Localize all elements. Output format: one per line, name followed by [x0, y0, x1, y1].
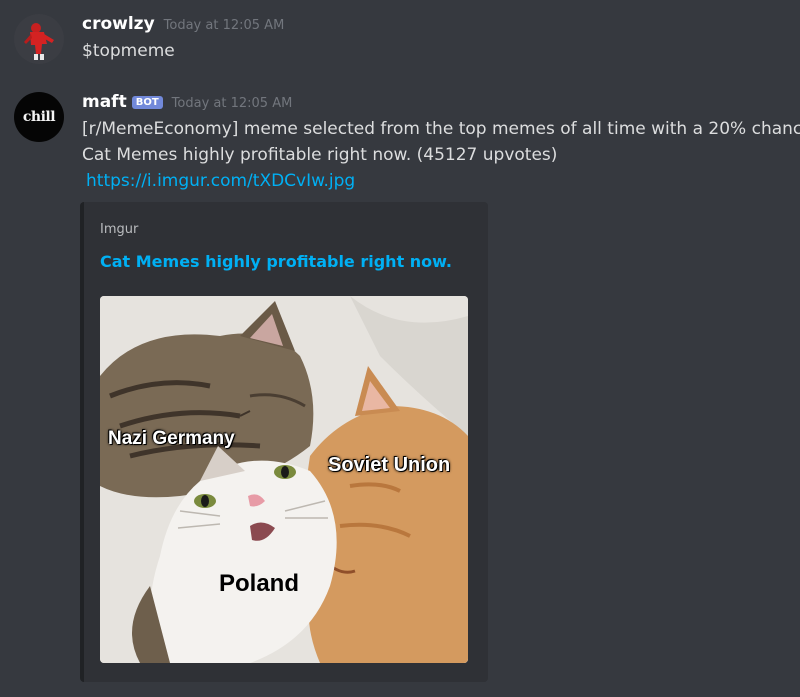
message-header: maft BOT Today at 12:05 AM: [82, 92, 790, 116]
bot-tag: BOT: [131, 96, 163, 109]
avatar[interactable]: [14, 14, 64, 64]
red-figure-avatar-icon: [14, 14, 64, 64]
message-header: crowlzy Today at 12:05 AM: [82, 14, 790, 38]
message-text: $topmeme: [82, 41, 175, 61]
embed-image[interactable]: Nazi Germany Soviet Union Poland: [100, 296, 468, 663]
username[interactable]: crowlzy: [82, 14, 155, 34]
message-content: crowlzy Today at 12:05 AM $topmeme: [82, 14, 790, 64]
embed-provider[interactable]: Imgur: [100, 222, 138, 237]
message-line-2: Cat Memes highly profitable right now. (…: [82, 145, 558, 165]
meme-label-soviet-union: Soviet Union: [328, 454, 451, 476]
imgur-link[interactable]: https://i.imgur.com/tXDCvIw.jpg: [86, 171, 355, 191]
meme-label-nazi-germany: Nazi Germany: [108, 428, 235, 449]
timestamp: Today at 12:05 AM: [163, 18, 285, 33]
message-line-1: [r/MemeEconomy] meme selected from the t…: [82, 119, 800, 139]
timestamp: Today at 12:05 AM: [171, 96, 293, 111]
chat-messages: crowlzy Today at 12:05 AM $topmeme chill…: [0, 0, 800, 697]
embed-title[interactable]: Cat Memes highly profitable right now.: [100, 252, 452, 271]
meme-label-poland: Poland: [219, 570, 300, 597]
avatar-text: chill: [22, 109, 56, 125]
avatar[interactable]: chill: [14, 92, 64, 142]
link-embed: Imgur Cat Memes highly profitable right …: [80, 202, 488, 682]
message-link-line: https://i.imgur.com/tXDCvIw.jpg: [82, 168, 790, 194]
message-content: maft BOT Today at 12:05 AM [r/MemeEconom…: [82, 92, 800, 194]
cat-meme-image: [100, 296, 468, 663]
username[interactable]: maft: [82, 92, 127, 112]
